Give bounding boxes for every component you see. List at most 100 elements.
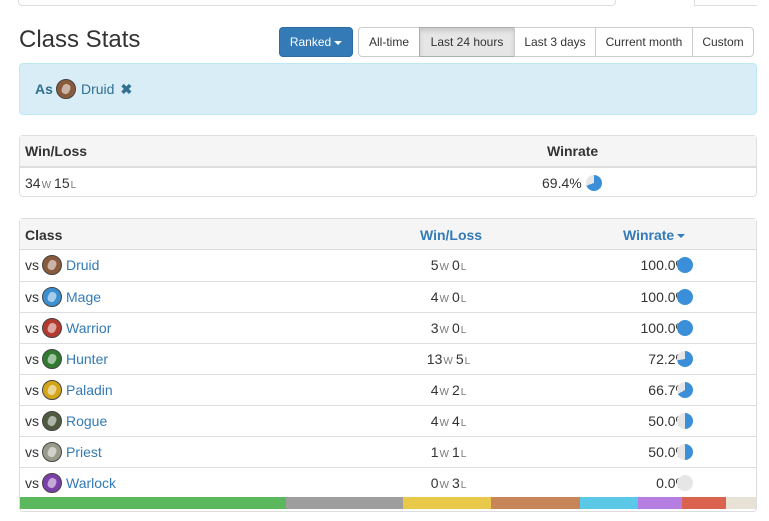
- winrate-pie-icon: [677, 289, 693, 305]
- selected-class-filter[interactable]: Druid ✖: [56, 79, 132, 99]
- ranked-dropdown-button[interactable]: Ranked: [279, 27, 353, 57]
- paladin-icon: [42, 380, 62, 400]
- ranked-label: Ranked: [289, 35, 332, 49]
- summary-winrate-value: 69.4%: [542, 175, 582, 191]
- class-bar-segment-priest: [286, 497, 404, 509]
- vs-label: vs: [25, 289, 39, 305]
- class-bar-segment-paladin: [403, 497, 492, 509]
- time-filter-custom[interactable]: Custom: [692, 27, 754, 57]
- class-row: vs Warrior 3W 0L 100.0%: [20, 312, 756, 343]
- vs-label: vs: [25, 413, 39, 429]
- class-bar-segment-warrior: [682, 497, 727, 509]
- wins-suffix: W: [41, 180, 52, 191]
- class-bar-segment-warlock: [638, 497, 683, 509]
- druid-icon: [42, 255, 62, 275]
- class-row: vs Druid 5W 0L 100.0%: [20, 250, 756, 281]
- selected-class-name: Druid: [81, 81, 115, 97]
- as-label: As: [35, 81, 53, 97]
- rogue-icon: [42, 411, 62, 431]
- col-winrate-sort[interactable]: Winrate: [623, 227, 686, 243]
- summary-header: Win/Loss Winrate: [20, 136, 756, 167]
- losses-suffix: L: [460, 325, 467, 336]
- col-winloss-sort[interactable]: Win/Loss: [420, 227, 482, 243]
- class-row: vs Priest 1W 1L 50.0%: [20, 436, 756, 467]
- class-losses: 0: [451, 257, 460, 273]
- time-filter-last-24-hours[interactable]: Last 24 hours: [419, 27, 515, 57]
- time-filter-all-time[interactable]: All-time: [358, 27, 420, 57]
- class-winloss: 0W 3L: [400, 475, 500, 491]
- class-name-link[interactable]: Warrior: [66, 320, 111, 336]
- hunter-icon: [42, 349, 62, 369]
- class-row: vs Paladin 4W 2L 66.7%: [20, 374, 756, 405]
- class-bar-segment-druid: [491, 497, 580, 509]
- winrate-pie-icon: [677, 257, 693, 273]
- class-winloss: 13W 5L: [400, 351, 500, 367]
- class-distribution-bar: [20, 497, 756, 509]
- losses-suffix: L: [460, 294, 467, 305]
- class-cell: vs Mage: [25, 287, 101, 307]
- class-losses: 4: [451, 413, 460, 429]
- class-name-link[interactable]: Warlock: [66, 475, 116, 491]
- warrior-icon: [42, 318, 62, 338]
- winrate-pie-icon: [677, 351, 693, 367]
- class-wins: 4: [430, 289, 439, 305]
- priest-icon: [42, 442, 62, 462]
- tab-border-left: [18, 0, 616, 6]
- winrate-pie-icon: [677, 413, 693, 429]
- class-winloss: 3W 0L: [400, 320, 500, 336]
- caret-down-icon: [334, 40, 343, 45]
- class-winloss: 4W 4L: [400, 413, 500, 429]
- class-table: Class Win/Loss Winrate vs Druid 5W 0L 100.0%…: [19, 218, 757, 512]
- class-cell: vs Priest: [25, 442, 102, 462]
- class-cell: vs Paladin: [25, 380, 113, 400]
- summary-winrate: 69.4%: [542, 175, 602, 191]
- warlock-icon: [42, 473, 62, 493]
- summary-col-winloss: Win/Loss: [25, 143, 88, 159]
- class-wins: 4: [430, 413, 439, 429]
- class-losses: 0: [451, 320, 460, 336]
- class-name-link[interactable]: Mage: [66, 289, 101, 305]
- winrate-pie-icon: [585, 175, 602, 191]
- class-name-link[interactable]: Hunter: [66, 351, 108, 367]
- class-losses: 2: [451, 382, 460, 398]
- class-cell: vs Rogue: [25, 411, 107, 431]
- class-winloss: 4W 2L: [400, 382, 500, 398]
- class-cell: vs Hunter: [25, 349, 108, 369]
- losses-suffix: L: [464, 356, 471, 367]
- class-wins: 3: [430, 320, 439, 336]
- class-cell: vs Warlock: [25, 473, 116, 493]
- class-winloss: 5W 0L: [400, 257, 500, 273]
- class-row: vs Rogue 4W 4L 50.0%: [20, 405, 756, 436]
- time-range-group: All-time Last 24 hours Last 3 days Current …: [358, 27, 754, 57]
- class-row: vs Warlock 0W 3L 0.0%: [20, 467, 756, 498]
- class-losses: 1: [451, 444, 460, 460]
- vs-label: vs: [25, 257, 39, 273]
- class-row: vs Hunter 13W 5L 72.2%: [20, 343, 756, 374]
- class-name-link[interactable]: Paladin: [66, 382, 113, 398]
- vs-label: vs: [25, 382, 39, 398]
- time-filter-last-3-days[interactable]: Last 3 days: [514, 27, 596, 57]
- times-icon[interactable]: ✖: [120, 81, 132, 98]
- class-wins: 1: [430, 444, 439, 460]
- losses-suffix: L: [460, 418, 467, 429]
- class-winloss: 4W 0L: [400, 289, 500, 305]
- top-tab-strip: [0, 0, 769, 7]
- vs-label: vs: [25, 475, 39, 491]
- class-name-link[interactable]: Rogue: [66, 413, 107, 429]
- sort-caret-icon: [677, 234, 686, 239]
- class-winloss: 1W 1L: [400, 444, 500, 460]
- time-filter-current-month[interactable]: Current month: [595, 27, 693, 57]
- class-name-link[interactable]: Druid: [66, 257, 99, 273]
- col-class: Class: [25, 227, 63, 243]
- class-table-header: Class Win/Loss Winrate: [20, 219, 756, 250]
- wins-suffix: W: [439, 262, 449, 273]
- class-row: vs Mage 4W 0L 100.0%: [20, 281, 756, 312]
- summary-wins: 34: [25, 175, 41, 191]
- col-winrate-label: Winrate: [623, 227, 675, 243]
- losses-suffix: L: [70, 180, 77, 191]
- class-filter-alert: As Druid ✖: [19, 63, 757, 115]
- vs-label: vs: [25, 444, 39, 460]
- summary-losses: 15: [54, 175, 70, 191]
- class-name-link[interactable]: Priest: [66, 444, 102, 460]
- class-losses: 3: [451, 475, 460, 491]
